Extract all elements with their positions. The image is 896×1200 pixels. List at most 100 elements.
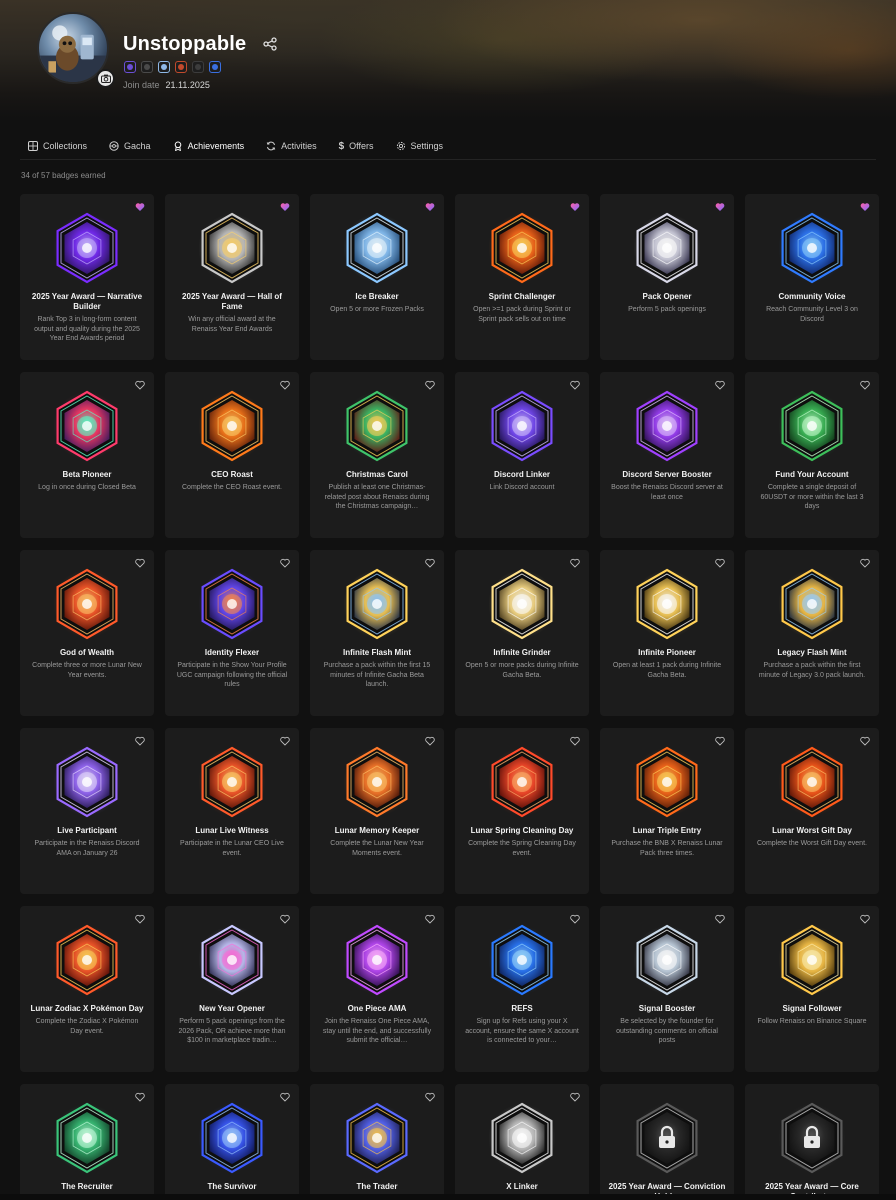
achievement-badge-icon: [634, 212, 700, 284]
achievement-card[interactable]: Fund Your Account Complete a single depos…: [745, 372, 879, 538]
heart-outline-icon[interactable]: [425, 736, 435, 746]
achievement-card[interactable]: Infinite Pioneer Open at least 1 pack dur…: [600, 550, 734, 716]
heart-outline-icon[interactable]: [135, 380, 145, 390]
heart-outline-icon[interactable]: [715, 914, 725, 924]
achievement-card[interactable]: Legacy Flash Mint Purchase a pack within …: [745, 550, 879, 716]
heart-filled-icon[interactable]: [135, 202, 145, 212]
achievement-title: The Recruiter: [61, 1182, 113, 1191]
achievement-card[interactable]: Discord Linker Link Discord account: [455, 372, 589, 538]
ice-badge-icon[interactable]: [158, 61, 170, 73]
heart-filled-icon[interactable]: [280, 202, 290, 212]
heart-outline-icon[interactable]: [570, 558, 580, 568]
tab-collections[interactable]: Collections: [20, 133, 95, 159]
purple-badge-icon[interactable]: [124, 61, 136, 73]
heart-filled-icon[interactable]: [570, 202, 580, 212]
achievement-card[interactable]: Pack Opener Perform 5 pack openings: [600, 194, 734, 360]
achievement-description: Complete the Spring Cleaning Day event.: [468, 840, 576, 857]
achievement-card[interactable]: X LinkerLink Twitter account: [455, 1084, 589, 1200]
achievement-card[interactable]: Infinite Grinder Open 5 or more packs dur…: [455, 550, 589, 716]
achievement-card[interactable]: Lunar Live Witness Participate in the Lun…: [165, 728, 299, 894]
achievement-card[interactable]: Lunar Worst Gift Day Complete the Worst G…: [745, 728, 879, 894]
heart-outline-icon[interactable]: [860, 914, 870, 924]
heart-outline-icon[interactable]: [715, 736, 725, 746]
achievement-description: Perform 5 pack openings from the 2026 Pa…: [178, 1018, 286, 1044]
heart-outline-icon[interactable]: [425, 1092, 435, 1102]
heart-outline-icon[interactable]: [570, 914, 580, 924]
heart-outline-icon[interactable]: [135, 558, 145, 568]
achievement-card[interactable]: Identity Flexer Participate in the Show Y…: [165, 550, 299, 716]
achievement-badge-icon: [489, 212, 555, 284]
heart-filled-icon[interactable]: [425, 202, 435, 212]
heart-outline-icon[interactable]: [135, 914, 145, 924]
award-icon: [174, 141, 181, 151]
achievement-card[interactable]: Infinite Flash Mint Purchase a pack withi…: [310, 550, 444, 716]
achievement-badge-icon: [199, 746, 265, 818]
achievement-card[interactable]: Sprint Challenger Open >=1 pack during Sp…: [455, 194, 589, 360]
achievement-card[interactable]: CEO Roast Complete the CEO Roast event.: [165, 372, 299, 538]
shadow-badge-icon[interactable]: [192, 61, 204, 73]
achievement-card[interactable]: Signal Booster Be selected by the founder…: [600, 906, 734, 1072]
heart-outline-icon[interactable]: [280, 736, 290, 746]
achievement-card[interactable]: God of Wealth Complete three or more Luna…: [20, 550, 154, 716]
profile-username: Unstoppable: [123, 33, 247, 55]
achievement-title: New Year Opener: [199, 1004, 265, 1013]
achievement-description: Open 5 or more Frozen Packs: [330, 306, 424, 313]
achievement-description: Complete three or more Lunar New Year ev…: [32, 662, 142, 679]
achievement-card[interactable]: Lunar Spring Cleaning Day Complete the Sp…: [455, 728, 589, 894]
achievement-description: Participate in the Show Your Profile UGC…: [176, 662, 288, 688]
heart-outline-icon[interactable]: [570, 380, 580, 390]
tab-offers[interactable]: $ Offers: [331, 133, 382, 159]
achievement-card[interactable]: Lunar Memory Keeper Complete the Lunar Ne…: [310, 728, 444, 894]
heart-outline-icon[interactable]: [860, 558, 870, 568]
achievement-card[interactable]: Live Participant Participate in the Renai…: [20, 728, 154, 894]
heart-filled-icon[interactable]: [860, 202, 870, 212]
tab-activities[interactable]: Activities: [258, 133, 325, 159]
achievement-card[interactable]: New Year Opener Perform 5 pack openings f…: [165, 906, 299, 1072]
heart-outline-icon[interactable]: [135, 1092, 145, 1102]
achievement-card[interactable]: One Piece AMA Join the Renaiss One Piece …: [310, 906, 444, 1072]
achievement-card[interactable]: 2025 Year Award — Core ContributorBe sel…: [745, 1084, 879, 1200]
heart-outline-icon[interactable]: [280, 1092, 290, 1102]
achievement-card[interactable]: 2025 Year Award — Narrative Builder Rank …: [20, 194, 154, 360]
achievement-card[interactable]: The SurvivorOpen >=1 pack during Pack 4.…: [165, 1084, 299, 1200]
achievement-card[interactable]: Signal Follower Follow Renaiss on Binance…: [745, 906, 879, 1072]
achievement-card[interactable]: Lunar Zodiac X Pokémon Day Complete the Z…: [20, 906, 154, 1072]
heart-outline-icon[interactable]: [570, 1092, 580, 1102]
heart-outline-icon[interactable]: [715, 558, 725, 568]
tab-settings[interactable]: Settings: [388, 133, 452, 159]
heart-outline-icon[interactable]: [860, 380, 870, 390]
heart-outline-icon[interactable]: [425, 558, 435, 568]
heart-outline-icon[interactable]: [425, 914, 435, 924]
achievement-card[interactable]: Christmas Carol Publish at least one Chri…: [310, 372, 444, 538]
heart-outline-icon[interactable]: [860, 736, 870, 746]
heart-outline-icon[interactable]: [280, 914, 290, 924]
achievement-card[interactable]: Beta Pioneer Log in once during Closed Be…: [20, 372, 154, 538]
heart-outline-icon[interactable]: [715, 380, 725, 390]
heart-outline-icon[interactable]: [135, 736, 145, 746]
achievement-card[interactable]: 2025 Year Award — Conviction HolderRank …: [600, 1084, 734, 1200]
heart-filled-icon[interactable]: [715, 202, 725, 212]
achievement-card[interactable]: Community Voice Reach Community Level 3 o…: [745, 194, 879, 360]
tab-gacha[interactable]: Gacha: [101, 133, 159, 159]
achievement-description: Open at least 1 pack during Infinite Gac…: [612, 662, 722, 679]
achievement-card[interactable]: Ice Breaker Open 5 or more Frozen Packs: [310, 194, 444, 360]
tab-achievements[interactable]: Achievements: [164, 133, 253, 160]
join-date-value: 21.11.2025: [165, 80, 210, 90]
heart-outline-icon[interactable]: [280, 380, 290, 390]
achievement-card[interactable]: Discord Server Booster Boost the Renaiss …: [600, 372, 734, 538]
dark-badge-icon[interactable]: [141, 61, 153, 73]
fire-badge-icon[interactable]: [175, 61, 187, 73]
change-avatar-button[interactable]: [96, 69, 115, 88]
heart-outline-icon[interactable]: [280, 558, 290, 568]
achievement-card[interactable]: The TraderComplete 3 or more valid trade…: [310, 1084, 444, 1200]
heart-outline-icon[interactable]: [570, 736, 580, 746]
achievement-card[interactable]: The RecruiterSuccessfully invite 5 or mo…: [20, 1084, 154, 1200]
blue-badge-icon[interactable]: [209, 61, 221, 73]
heart-outline-icon[interactable]: [425, 380, 435, 390]
achievement-description: Follow Renaiss on Binance Square: [757, 1018, 867, 1025]
share-icon[interactable]: [263, 37, 277, 51]
achievement-card[interactable]: 2025 Year Award — Hall of Fame Win any of…: [165, 194, 299, 360]
achievement-badge-icon: [344, 568, 410, 640]
achievement-card[interactable]: Lunar Triple Entry Purchase the BNB X Ren…: [600, 728, 734, 894]
achievement-card[interactable]: REFS Sign up for Refs using your X accoun…: [455, 906, 589, 1072]
